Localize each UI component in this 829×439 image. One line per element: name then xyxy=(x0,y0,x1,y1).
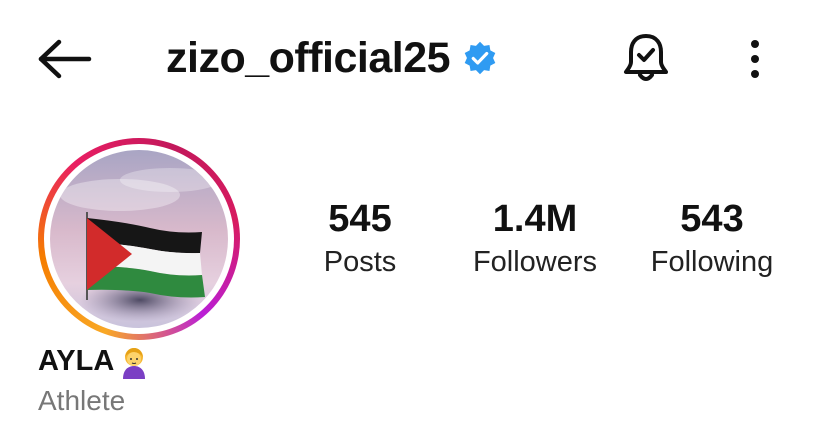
followers-label: Followers xyxy=(472,246,598,278)
posts-label: Posts xyxy=(323,246,397,278)
posts-count[interactable]: 545 Posts xyxy=(300,196,420,282)
arrow-left-icon xyxy=(38,39,92,79)
display-name: AYLA xyxy=(38,344,115,377)
back-button[interactable] xyxy=(34,34,96,84)
following-label: Following xyxy=(650,246,774,278)
verified-badge-icon xyxy=(462,40,498,76)
bell-icon xyxy=(624,34,668,81)
posts-value: 545 xyxy=(328,198,392,240)
followers-value: 1.4M xyxy=(492,198,578,240)
avatar-border xyxy=(44,144,234,334)
followers-count[interactable]: 1.4M Followers xyxy=(455,196,615,282)
following-value: 543 xyxy=(680,198,744,240)
notifications-button[interactable] xyxy=(618,30,674,86)
avatar-image xyxy=(50,150,228,328)
display-name-row: AYLA xyxy=(38,340,152,382)
following-count[interactable]: 543 Following xyxy=(632,196,792,282)
more-vertical-icon xyxy=(751,40,759,78)
username: zizo_official25 xyxy=(166,33,451,82)
person-emoji-icon xyxy=(123,348,146,379)
profile-header: zizo_official25 xyxy=(0,0,829,120)
more-options-button[interactable] xyxy=(735,34,775,84)
username-heading: zizo_official25 xyxy=(166,30,498,86)
profile-avatar[interactable] xyxy=(38,138,240,340)
profile-category: Athlete xyxy=(38,385,126,416)
